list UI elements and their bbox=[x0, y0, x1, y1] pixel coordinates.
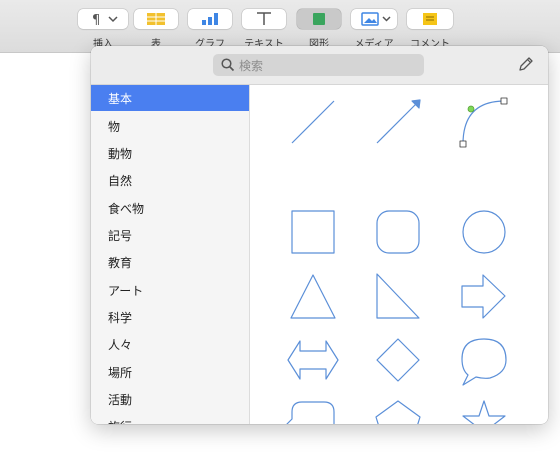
search-icon bbox=[221, 58, 235, 72]
chart-button[interactable] bbox=[188, 9, 232, 29]
pen-icon[interactable] bbox=[517, 55, 535, 73]
paragraph-icon: ¶ bbox=[92, 13, 118, 28]
curve-shape[interactable] bbox=[459, 97, 508, 148]
shape-icon bbox=[313, 13, 325, 25]
category-item[interactable]: 旅行 bbox=[91, 413, 249, 424]
popover-header: 検索 bbox=[91, 46, 548, 85]
category-label: 科学 bbox=[108, 311, 133, 325]
category-label: アート bbox=[108, 284, 144, 298]
category-item[interactable]: アート bbox=[91, 277, 249, 303]
media-icon bbox=[361, 12, 391, 26]
arrow-shape[interactable] bbox=[461, 274, 506, 319]
category-item[interactable]: 人々 bbox=[91, 331, 249, 357]
comment-button[interactable] bbox=[407, 9, 453, 29]
double-arrow-shape[interactable] bbox=[287, 340, 339, 380]
insert-button[interactable]: ¶ bbox=[78, 9, 128, 29]
chart-icon bbox=[202, 13, 218, 25]
category-item[interactable]: 科学 bbox=[91, 304, 249, 330]
category-item[interactable]: 自然 bbox=[91, 167, 249, 193]
category-item[interactable]: 動物 bbox=[91, 140, 249, 166]
category-label: 活動 bbox=[108, 393, 133, 407]
table-icon bbox=[147, 13, 165, 25]
svg-text:¶: ¶ bbox=[92, 13, 100, 28]
text-icon bbox=[257, 12, 271, 25]
diamond-shape[interactable] bbox=[376, 338, 420, 382]
category-label: 教育 bbox=[108, 256, 133, 270]
category-label: 動物 bbox=[108, 147, 133, 161]
text-button[interactable] bbox=[242, 9, 286, 29]
category-label: 基本 bbox=[108, 92, 133, 106]
shapes-popover: 検索 基本 物 動物 自然 食べ物 記号 教育 アート 科学 人々 場所 活動 … bbox=[91, 46, 548, 424]
arrow-line-shape[interactable] bbox=[376, 99, 421, 144]
right-triangle-shape[interactable] bbox=[376, 273, 420, 319]
category-label: 旅行 bbox=[108, 418, 132, 424]
category-item[interactable]: 場所 bbox=[91, 359, 249, 385]
category-item[interactable]: 活動 bbox=[91, 386, 249, 412]
speech-bubble-shape[interactable] bbox=[461, 338, 507, 386]
category-label: 場所 bbox=[108, 366, 133, 380]
category-sidebar: 基本 物 動物 自然 食べ物 記号 教育 アート 科学 人々 場所 活動 旅行 bbox=[91, 85, 250, 424]
category-item[interactable]: 食べ物 bbox=[91, 195, 249, 221]
category-item[interactable]: 教育 bbox=[91, 249, 249, 275]
callout-square-shape[interactable] bbox=[286, 401, 335, 424]
shape-grid bbox=[250, 85, 548, 424]
star-shape[interactable] bbox=[462, 400, 506, 424]
search-placeholder: 検索 bbox=[239, 59, 264, 73]
category-label: 自然 bbox=[108, 174, 133, 188]
search-field[interactable]: 検索 bbox=[213, 54, 424, 76]
category-label: 物 bbox=[108, 120, 121, 134]
table-button[interactable] bbox=[134, 9, 178, 29]
category-label: 記号 bbox=[108, 229, 133, 243]
media-button[interactable] bbox=[351, 9, 397, 29]
category-item[interactable]: 記号 bbox=[91, 222, 249, 248]
category-item[interactable]: 基本 bbox=[91, 85, 249, 111]
category-item[interactable]: 物 bbox=[91, 113, 249, 139]
line-shape[interactable] bbox=[291, 100, 335, 144]
category-label: 人々 bbox=[108, 338, 133, 352]
triangle-shape[interactable] bbox=[290, 274, 336, 319]
category-label: 食べ物 bbox=[108, 202, 145, 216]
pentagon-shape[interactable] bbox=[375, 400, 421, 424]
comment-icon bbox=[423, 13, 437, 25]
rounded-square-shape[interactable] bbox=[376, 210, 420, 254]
shape-button[interactable] bbox=[297, 9, 341, 29]
square-shape[interactable] bbox=[291, 210, 335, 254]
circle-shape[interactable] bbox=[462, 210, 506, 254]
